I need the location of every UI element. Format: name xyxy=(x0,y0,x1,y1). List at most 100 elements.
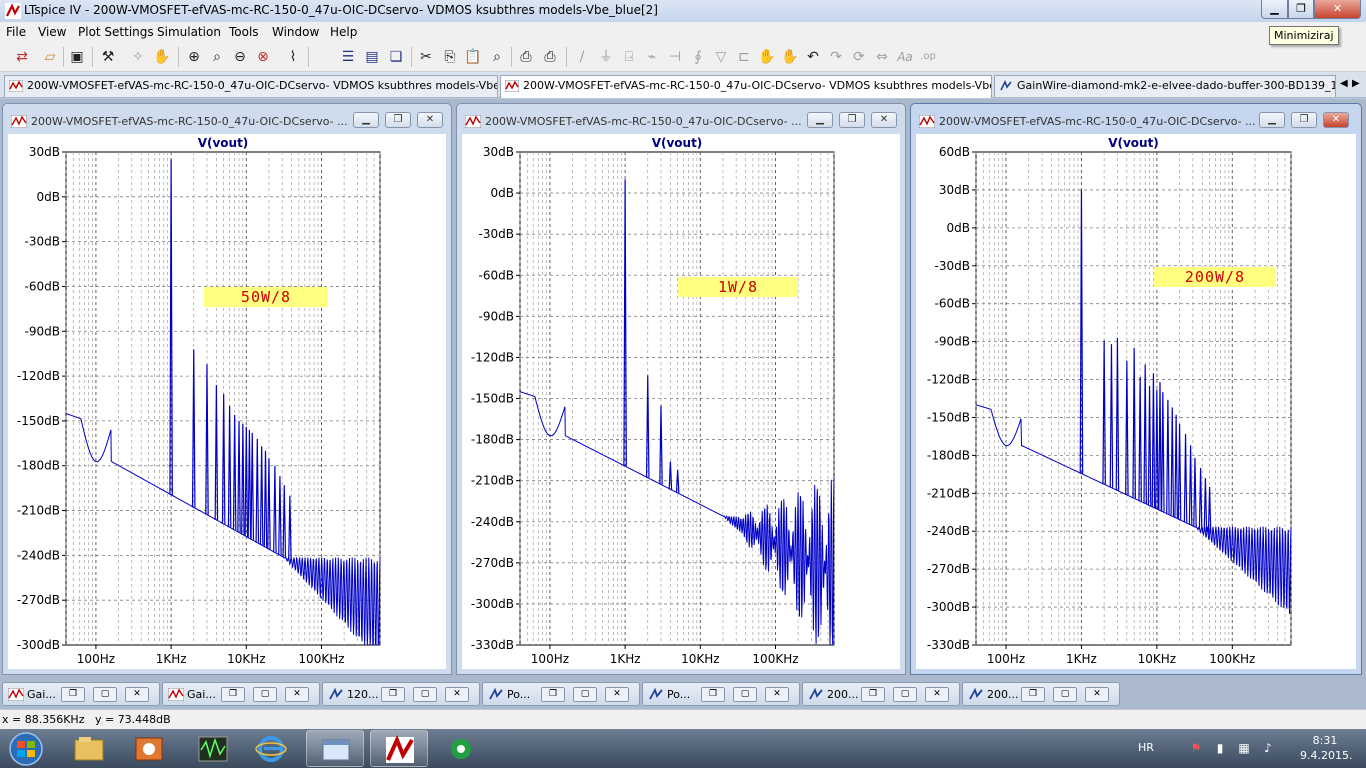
close-button[interactable]: ✕ xyxy=(445,687,469,702)
capacitor-icon[interactable]: ⊣ xyxy=(665,47,685,67)
open-schematic-icon[interactable]: ⇄ xyxy=(12,47,32,67)
minimized-window-4[interactable]: Po... ❐ ▢ ✕ xyxy=(482,682,640,706)
taskbar-control-panel[interactable] xyxy=(306,730,364,767)
waveform-icon[interactable]: ⌇ xyxy=(283,47,303,67)
restore-button[interactable]: ❐ xyxy=(1021,687,1045,702)
plot-svg[interactable]: 30dB 0dB -30dB -60dB -90dB -120dB -150dB -180dB… xyxy=(462,134,902,671)
network-icon[interactable]: ▦ xyxy=(1236,741,1252,757)
tile-vertical-icon[interactable]: ▤ xyxy=(362,47,382,67)
close-button[interactable]: ✕ xyxy=(1085,687,1109,702)
pan-icon[interactable]: ✋ xyxy=(152,47,172,67)
close-button[interactable]: ✕ xyxy=(925,687,949,702)
run-icon[interactable]: ✧ xyxy=(128,47,148,67)
window-close-button[interactable]: ✕ xyxy=(417,112,443,128)
window-close-button[interactable]: ✕ xyxy=(1323,112,1349,128)
menu-plot-settings[interactable]: Plot Settings xyxy=(78,25,154,39)
restore-button[interactable]: ❐ xyxy=(61,687,85,702)
taskbar-software-installer[interactable] xyxy=(120,730,178,767)
save-icon[interactable]: ▣ xyxy=(67,47,87,67)
tile-horizontal-icon[interactable]: ☰ xyxy=(338,47,358,67)
tab-scroll-right-icon[interactable]: ▶ xyxy=(1352,78,1360,89)
maximize-button[interactable]: ❐ xyxy=(1288,0,1314,19)
move-icon[interactable]: ✋ xyxy=(757,47,777,67)
minimized-window-7[interactable]: 200... ❐ ▢ ✕ xyxy=(962,682,1120,706)
copy-icon[interactable]: ⎘ xyxy=(440,47,460,67)
title-bar[interactable]: LTspice IV - 200W-VMOSFET-efVAS-mc-RC-15… xyxy=(0,0,1366,22)
menu-window[interactable]: Window xyxy=(272,25,319,39)
maximize-button[interactable]: ▢ xyxy=(413,687,437,702)
maximize-button[interactable]: ▢ xyxy=(573,687,597,702)
minimized-window-2[interactable]: Gai... ❐ ▢ ✕ xyxy=(162,682,320,706)
plot-pane[interactable]: 30dB 0dB -30dB -60dB -90dB -120dB -150dB -180dB… xyxy=(462,134,900,669)
device-icon[interactable]: ▮ xyxy=(1212,741,1228,757)
maximize-button[interactable]: ▢ xyxy=(893,687,917,702)
plot-window-2[interactable]: 200W-VMOSFET-efVAS-mc-RC-150-0_47u-OIC-D… xyxy=(456,103,906,675)
doc-tab-3[interactable]: GainWire-diamond-mk2-e-elvee-dado-buffer… xyxy=(994,75,1336,97)
text-icon[interactable]: Aa xyxy=(895,47,915,67)
restore-button[interactable]: ❐ xyxy=(861,687,885,702)
zoom-out-icon[interactable]: ⊖ xyxy=(230,47,250,67)
plot-window-1[interactable]: 200W-VMOSFET-efVAS-mc-RC-150-0_47u-OIC-D… xyxy=(2,103,452,675)
close-button[interactable]: ✕ xyxy=(285,687,309,702)
tab-scroll-left-icon[interactable]: ◀ xyxy=(1340,78,1348,89)
doc-tab-2[interactable]: 200W-VMOSFET-efVAS-mc-RC-150-0_47u-OIC-D… xyxy=(500,75,992,98)
restore-button[interactable]: ❐ xyxy=(701,687,725,702)
paste-icon[interactable]: 📋 xyxy=(463,47,483,67)
spice-directive-icon[interactable]: .op xyxy=(918,47,938,67)
taskbar-oscilloscope[interactable] xyxy=(184,730,242,767)
trace-label[interactable]: V(vout) xyxy=(652,136,703,150)
component-icon[interactable]: ⊏ xyxy=(734,47,754,67)
cut-icon[interactable]: ✂ xyxy=(416,47,436,67)
redo-icon[interactable]: ↷ xyxy=(826,47,846,67)
menu-view[interactable]: View xyxy=(38,25,66,39)
menu-help[interactable]: Help xyxy=(330,25,357,39)
restore-button[interactable]: ❐ xyxy=(221,687,245,702)
drag-icon[interactable]: ✋ xyxy=(780,47,800,67)
rotate-icon[interactable]: ⟳ xyxy=(849,47,869,67)
mirror-icon[interactable]: ⇔ xyxy=(872,47,892,67)
close-button[interactable]: ✕ xyxy=(765,687,789,702)
window-restore-button[interactable]: ❐ xyxy=(839,112,865,128)
trace-label[interactable]: V(vout) xyxy=(1108,136,1159,150)
maximize-button[interactable]: ▢ xyxy=(253,687,277,702)
inductor-icon[interactable]: ∮ xyxy=(688,47,708,67)
window-minimize-button[interactable]: ▁ xyxy=(353,112,379,128)
menu-simulation[interactable]: Simulation xyxy=(157,25,221,39)
menu-tools[interactable]: Tools xyxy=(229,25,259,39)
plot-svg[interactable]: 60dB 30dB 0dB -30dB -60dB -90dB -120dB -150dB -1… xyxy=(916,134,1358,671)
minimized-window-5[interactable]: Po... ❐ ▢ ✕ xyxy=(642,682,800,706)
minimized-window-3[interactable]: 120... ❐ ▢ ✕ xyxy=(322,682,480,706)
undo-icon[interactable]: ↶ xyxy=(803,47,823,67)
maximize-button[interactable]: ▢ xyxy=(93,687,117,702)
minimized-window-6[interactable]: 200... ❐ ▢ ✕ xyxy=(802,682,960,706)
window-minimize-button[interactable]: ▁ xyxy=(807,112,833,128)
plot-svg[interactable]: 30dB 0dB -30dB -60dB -90dB -120dB -150dB -180dB… xyxy=(8,134,448,671)
windows-start-icon[interactable] xyxy=(4,730,48,767)
taskbar-ltspice[interactable] xyxy=(370,730,428,767)
clock[interactable]: 8:31 9.4.2015. xyxy=(1300,733,1352,763)
taskbar-internet-explorer[interactable] xyxy=(242,730,300,767)
window-restore-button[interactable]: ❐ xyxy=(385,112,411,128)
trace-label[interactable]: V(vout) xyxy=(198,136,249,150)
minimize-button[interactable]: ▁ xyxy=(1261,0,1288,19)
taskbar-app-green[interactable] xyxy=(432,730,490,767)
doc-tab-1[interactable]: 200W-VMOSFET-efVAS-mc-RC-150-0_47u-OIC-D… xyxy=(4,75,498,97)
ground-icon[interactable]: ⏚ xyxy=(596,47,616,67)
taskbar-explorer[interactable] xyxy=(60,730,118,767)
plot-pane[interactable]: 30dB 0dB -30dB -60dB -90dB -120dB -150dB -180dB… xyxy=(8,134,446,669)
input-language[interactable]: HR xyxy=(1138,741,1154,754)
zoom-cancel-icon[interactable]: ⊗ xyxy=(253,47,273,67)
maximize-button[interactable]: ▢ xyxy=(733,687,757,702)
find-icon[interactable]: ⌕ xyxy=(487,47,507,67)
label-icon[interactable]: ⍈ xyxy=(619,47,639,67)
plot-pane[interactable]: 60dB 30dB 0dB -30dB -60dB -90dB -120dB -150dB -1… xyxy=(916,134,1356,669)
cascade-icon[interactable]: ❏ xyxy=(386,47,406,67)
diode-icon[interactable]: ▽ xyxy=(711,47,731,67)
zoom-area-icon[interactable]: ⌕ xyxy=(207,47,227,67)
close-button[interactable]: ✕ xyxy=(125,687,149,702)
zoom-in-icon[interactable]: ⊕ xyxy=(184,47,204,67)
resistor-icon[interactable]: ⌁ xyxy=(642,47,662,67)
window-restore-button[interactable]: ❐ xyxy=(1291,112,1317,128)
open-file-icon[interactable]: ▱ xyxy=(40,47,60,67)
action-center-icon[interactable]: ⚑ xyxy=(1188,741,1204,757)
